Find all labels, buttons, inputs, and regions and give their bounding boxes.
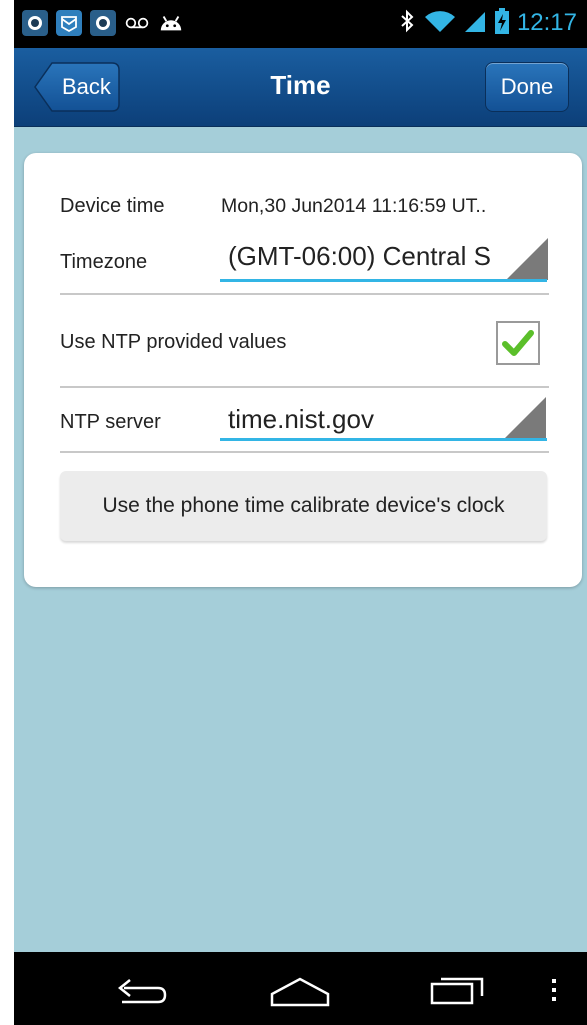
home-nav-icon[interactable] — [269, 976, 331, 1012]
ntp-checkbox[interactable] — [496, 321, 540, 365]
overflow-menu-icon[interactable] — [550, 978, 558, 1006]
dropdown-arrow-icon — [506, 238, 548, 280]
navigation-bar — [14, 952, 587, 1025]
dropdown-arrow-icon — [504, 397, 546, 439]
divider — [60, 451, 549, 453]
mail-icon — [56, 10, 82, 36]
signal-icon — [464, 9, 487, 37]
ntp-server-underline — [220, 438, 547, 441]
device-time-label: Device time — [60, 195, 165, 217]
checkmark-icon — [502, 330, 534, 356]
timezone-value: (GMT-06:00) Central S — [228, 241, 491, 271]
time-settings-card: Device time Mon,30 Jun2014 11:16:59 UT..… — [24, 153, 582, 587]
phone-screen: 12:17 Back Time Done Device time Mon,30 … — [14, 0, 587, 1025]
clock: 12:17 — [516, 9, 577, 36]
system-icons: 12:17 — [399, 8, 577, 38]
ntp-label: Use NTP provided values — [60, 331, 287, 353]
bluetooth-icon — [399, 9, 415, 37]
timezone-underline — [220, 279, 547, 282]
android-icon — [158, 10, 184, 36]
device-time-value: Mon,30 Jun2014 11:16:59 UT.. — [221, 195, 487, 217]
divider — [60, 293, 549, 295]
status-bar: 12:17 — [14, 0, 587, 48]
ntp-server-value: time.nist.gov — [228, 404, 374, 434]
ntp-server-label: NTP server — [60, 411, 161, 433]
calibrate-clock-button[interactable]: Use the phone time calibrate device's cl… — [60, 471, 547, 541]
back-nav-icon[interactable] — [112, 974, 168, 1012]
app-icon — [90, 10, 116, 36]
voicemail-icon — [124, 10, 150, 36]
title-bar: Back Time Done — [14, 48, 587, 127]
notification-icons — [22, 10, 184, 36]
divider — [60, 386, 549, 388]
wifi-icon — [423, 9, 457, 37]
done-button[interactable]: Done — [485, 62, 569, 112]
app-icon — [22, 10, 48, 36]
battery-charging-icon — [494, 8, 509, 38]
recent-apps-nav-icon[interactable] — [429, 974, 487, 1010]
timezone-label: Timezone — [60, 251, 148, 273]
